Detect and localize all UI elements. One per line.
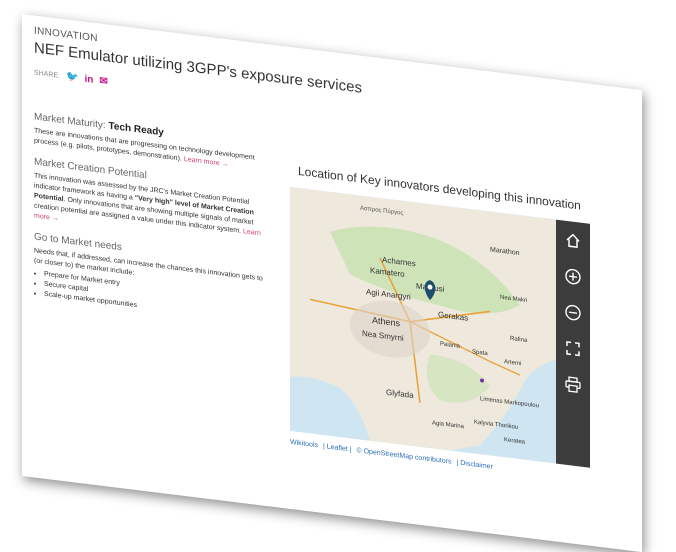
attribution-disclaimer-link[interactable]: | Disclaimer [456, 459, 492, 470]
share-bar: SHARE: 🐦 in ✉ [34, 67, 108, 87]
linkedin-icon[interactable]: in [85, 74, 94, 86]
email-icon[interactable]: ✉ [99, 76, 107, 88]
page-title: NEF Emulator utilizing 3GPP's exposure s… [34, 39, 362, 97]
map-widget[interactable]: Ασπρος Πύργος Marathon Acharnes Kamatero… [290, 186, 590, 468]
attribution-osm-link[interactable]: © OpenStreetMap contributors [356, 447, 451, 466]
innovation-card: INNOVATION NEF Emulator utilizing 3GPP's… [22, 14, 642, 552]
map-toolbar [556, 219, 590, 468]
details-column: Market Maturity: Tech Ready These are in… [34, 111, 266, 326]
maturity-learn-more-link[interactable]: Learn more → [184, 156, 229, 168]
zoom-out-icon[interactable] [562, 300, 584, 325]
map-canvas[interactable]: Ασπρος Πύργος Marathon Acharnes Kamatero… [290, 186, 556, 464]
share-label: SHARE: [34, 69, 61, 80]
zoom-in-icon[interactable] [562, 264, 584, 289]
twitter-icon[interactable]: 🐦 [66, 71, 78, 84]
home-icon[interactable] [562, 228, 584, 253]
attribution-wikitools-link[interactable]: Wikitools [290, 439, 318, 449]
attribution-leaflet-link[interactable]: | Leaflet | [323, 443, 352, 454]
fullscreen-icon[interactable] [562, 336, 584, 361]
print-icon[interactable] [562, 372, 584, 397]
